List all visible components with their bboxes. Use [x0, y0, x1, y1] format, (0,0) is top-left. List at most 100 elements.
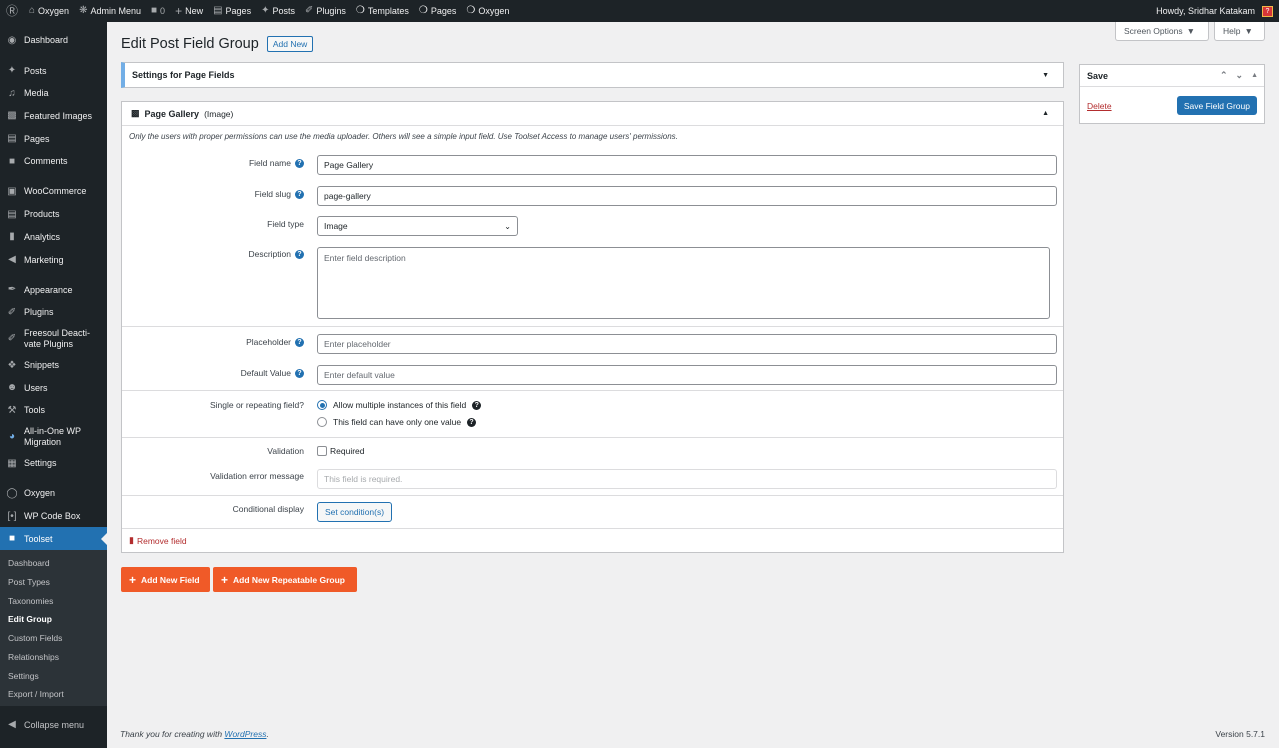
field-type-select[interactable]: Image ⌄ — [317, 216, 518, 236]
collapse-icon: ◀ — [8, 719, 16, 731]
sidebar-item-settings[interactable]: ▦ Settings — [0, 452, 107, 475]
submenu-relationships[interactable]: Relationships — [0, 648, 107, 667]
collapse-menu-button[interactable]: ◀ Collapse menu — [0, 714, 107, 737]
megaphone-icon: ◀ — [8, 254, 16, 266]
sidebar-item-oxygen[interactable]: ◯ Oxygen — [0, 482, 107, 505]
wordpress-link[interactable]: WordPress — [224, 729, 266, 739]
sidebar-item-plugins[interactable]: ✐ Plugins — [0, 301, 107, 324]
dashboard-icon: ◉ — [7, 34, 17, 46]
sidebar-item-appearance[interactable]: ✒ Appearance — [0, 278, 107, 301]
submenu-settings[interactable]: Settings — [0, 666, 107, 685]
chevron-down-icon: ⌄ — [504, 221, 511, 231]
default-value-input[interactable]: Enter default value — [317, 365, 1057, 385]
sidebar-item-users[interactable]: ☻ Users — [0, 376, 107, 399]
placeholder-input[interactable]: Enter placeholder — [317, 334, 1057, 354]
field-name-row: Field name? Page Gallery — [122, 155, 1063, 176]
caret-up-icon[interactable]: ▲ — [1042, 110, 1049, 117]
submenu-dashboard[interactable]: Dashboard — [0, 554, 107, 573]
save-field-group-button[interactable]: Save Field Group — [1176, 96, 1257, 115]
oxygen-icon: ❍ — [355, 5, 365, 16]
submenu-export-import[interactable]: Export / Import — [0, 685, 107, 704]
migration-icon: ◕ — [8, 431, 16, 443]
page-title: Edit Post Field Group — [121, 36, 259, 52]
footer-version: Version 5.7.1 — [1215, 729, 1265, 739]
admin-menu-link[interactable]: ❋ Admin Menu — [74, 0, 146, 22]
oxygen-pages-link[interactable]: ❍ Pages — [414, 0, 462, 22]
chevron-up-icon[interactable]: ⌃ — [1220, 70, 1228, 81]
description-row: Description? Enter field description — [122, 247, 1063, 319]
sidebar-item-comments[interactable]: ■ Comments — [0, 150, 107, 173]
add-new-field-button[interactable]: + Add New Field — [121, 567, 210, 592]
sidebar-item-freesoul[interactable]: ✐ Freesoul Deacti-vate Plugins — [0, 324, 107, 354]
brush-icon: ✒ — [7, 284, 17, 296]
sidebar-item-snippets[interactable]: ❖ Snippets — [0, 354, 107, 377]
help-icon[interactable]: ? — [295, 337, 304, 347]
sidebar-item-tools[interactable]: ⚒ Tools — [0, 399, 107, 422]
field-slug-row: Field slug? page-gallery — [122, 186, 1063, 207]
submenu-edit-group[interactable]: Edit Group — [0, 610, 107, 629]
woo-icon: ▣ — [7, 185, 17, 197]
remove-field-link[interactable]: ▮ Remove field — [129, 535, 187, 546]
submenu-custom-fields[interactable]: Custom Fields — [0, 629, 107, 648]
sidebar-item-posts[interactable]: ✦ Posts — [0, 59, 107, 82]
sidebar-item-media[interactable]: ♫ Media — [0, 82, 107, 105]
user-account-link[interactable]: Howdy, Sridhar Katakam? — [1151, 0, 1279, 22]
caret-down-icon[interactable]: ▼ — [1042, 72, 1049, 79]
sidebar-item-products[interactable]: ▤ Products — [0, 203, 107, 226]
wordpress-logo-icon[interactable]: Ⓡ — [0, 0, 24, 22]
validation-error-input[interactable]: This field is required. — [317, 469, 1057, 489]
oxygen-icon: ◯ — [6, 487, 18, 499]
save-panel: Save ⌃ ⌄ ▲ Delete Save Field Group — [1079, 64, 1265, 124]
delete-link[interactable]: Delete — [1087, 101, 1112, 111]
chevron-down-icon[interactable]: ⌄ — [1236, 70, 1244, 81]
help-icon[interactable]: ? — [295, 189, 304, 199]
settings-panel-header[interactable]: Settings for Page Fields ▼ — [121, 62, 1064, 88]
sidebar-item-all-in-one-migration[interactable]: ◕ All-in-One WP Migration — [0, 422, 107, 452]
toolset-icon: ■ — [8, 533, 16, 545]
site-name-link[interactable]: ⌂ Oxygen — [24, 0, 74, 22]
oxygen-icon: ❍ — [466, 5, 476, 16]
sidebar-item-dashboard[interactable]: ◉ Dashboard — [0, 29, 107, 52]
validation-row: Validation Required — [267, 446, 365, 456]
posts-link[interactable]: ✦ Posts — [256, 0, 300, 22]
placeholder-row: Placeholder? Enter placeholder — [122, 334, 1063, 355]
help-icon[interactable]: ? — [467, 417, 477, 427]
media-icon: ♫ — [8, 87, 16, 99]
validation-error-row: Validation error message This field is r… — [122, 469, 1063, 490]
pages-link[interactable]: ▤ Pages — [208, 0, 256, 22]
description-textarea[interactable]: Enter field description — [317, 247, 1050, 319]
help-icon[interactable]: ? — [295, 158, 304, 168]
templates-link[interactable]: ❍ Templates — [351, 0, 414, 22]
sidebar-item-wp-code-box[interactable]: [•] WP Code Box — [0, 505, 107, 528]
required-checkbox[interactable]: Required — [317, 446, 365, 456]
sidebar-item-pages[interactable]: ▤ Pages — [0, 127, 107, 150]
sidebar-item-toolset[interactable]: ■ Toolset — [0, 527, 107, 551]
sidebar-item-featured-images[interactable]: ▩ Featured Images — [0, 105, 107, 128]
add-new-button[interactable]: Add New — [266, 36, 314, 52]
help-button[interactable]: Help ▼ — [1214, 22, 1265, 41]
add-repeatable-group-button[interactable]: + Add New Repeatable Group — [213, 567, 357, 592]
sidebar-item-woocommerce[interactable]: ▣ WooCommerce — [0, 180, 107, 203]
screen-options-button[interactable]: Screen Options ▼ — [1115, 22, 1209, 41]
radio-single[interactable]: This field can have only one value? — [317, 417, 477, 427]
sidebar-item-marketing[interactable]: ◀ Marketing — [0, 248, 107, 271]
radio-multiple[interactable]: Allow multiple instances of this field? — [317, 400, 482, 410]
sidebar-item-analytics[interactable]: ▮ Analytics — [0, 226, 107, 249]
set-conditions-button[interactable]: Set condition(s) — [317, 502, 393, 522]
help-icon[interactable]: ? — [472, 400, 482, 410]
pin-icon: ✦ — [7, 65, 17, 77]
new-content-link[interactable]: + New — [170, 0, 208, 22]
comment-icon: ■ — [8, 155, 16, 167]
chart-icon: ▮ — [9, 231, 15, 243]
submenu-post-types[interactable]: Post Types — [0, 573, 107, 592]
help-icon[interactable]: ? — [295, 249, 304, 259]
field-slug-input[interactable]: page-gallery — [317, 186, 1057, 206]
submenu-taxonomies[interactable]: Taxonomies — [0, 591, 107, 610]
oxygen-link[interactable]: ❍ Oxygen — [461, 0, 514, 22]
plugins-link[interactable]: ✐ Plugins — [300, 0, 351, 22]
field-name-input[interactable]: Page Gallery — [317, 155, 1057, 175]
field-panel-header[interactable]: ▩ Page Gallery (Image) ▲ — [122, 102, 1063, 126]
help-icon[interactable]: ? — [295, 368, 304, 378]
comments-link[interactable]: ■ 0 — [146, 0, 170, 22]
caret-up-icon[interactable]: ▲ — [1251, 70, 1258, 81]
